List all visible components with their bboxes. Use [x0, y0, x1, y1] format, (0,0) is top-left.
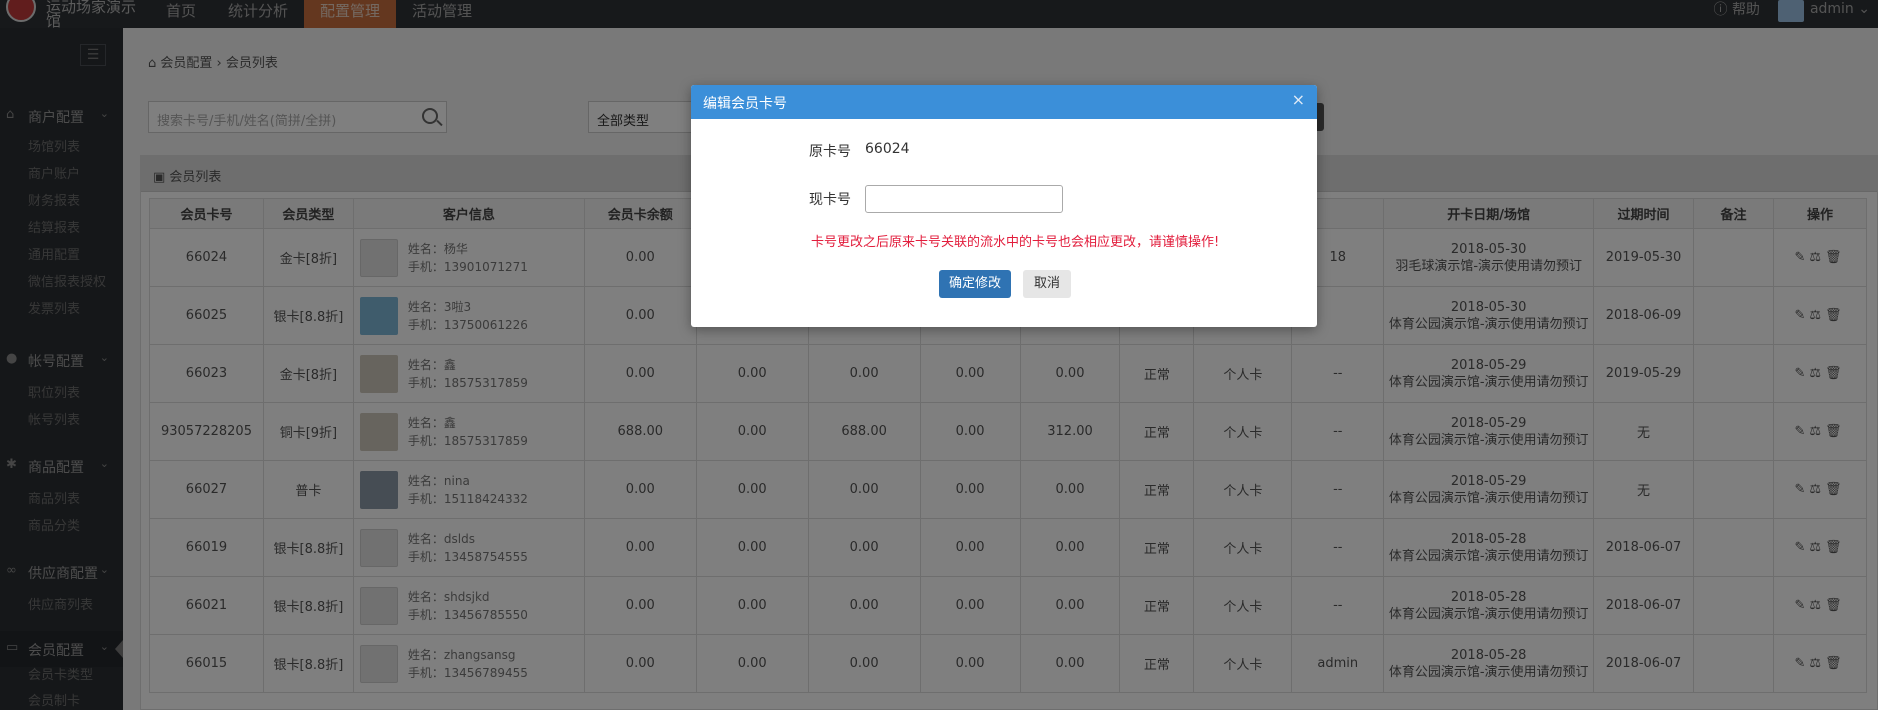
new-card-label: 现卡号 [809, 192, 851, 208]
cancel-button[interactable]: 取消 [1023, 270, 1071, 298]
confirm-button[interactable]: 确定修改 [939, 270, 1011, 298]
new-card-input[interactable] [865, 185, 1063, 213]
warning-text: 卡号更改之后原来卡号关联的流水中的卡号也会相应更改，请谨慎操作! [811, 235, 1220, 250]
modal-title: 编辑会员卡号 [703, 96, 787, 112]
modal-header: 编辑会员卡号 × [691, 85, 1317, 119]
close-icon[interactable]: × [1292, 90, 1305, 109]
orig-card-label: 原卡号 [809, 144, 851, 160]
orig-card-value: 66024 [865, 141, 910, 157]
edit-card-modal: 编辑会员卡号 × 原卡号 66024 现卡号 卡号更改之后原来卡号关联的流水中的… [691, 85, 1317, 327]
